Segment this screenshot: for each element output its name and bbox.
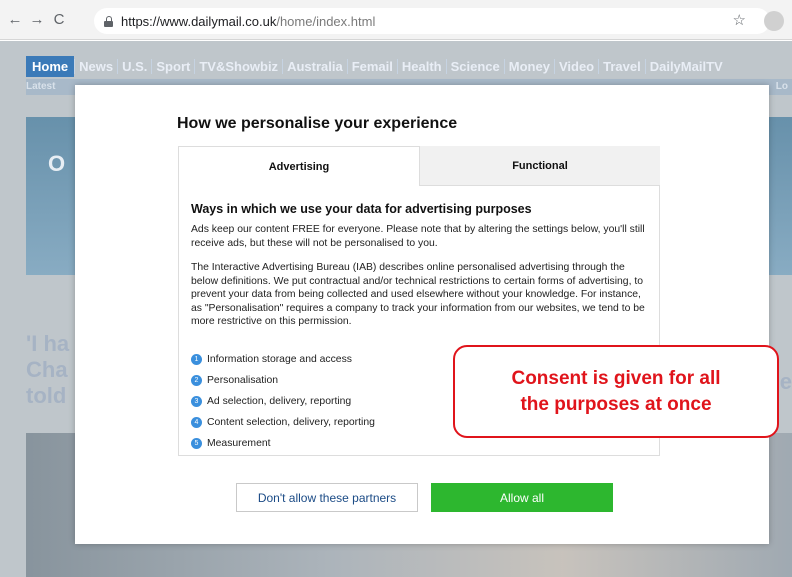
modal-tabs: Advertising Functional: [178, 146, 660, 186]
nav-item[interactable]: Science: [445, 58, 504, 74]
site-navigation: Home News U.S. Sport TV&Showbiz Australi…: [26, 55, 727, 77]
back-arrow-icon[interactable]: ←: [4, 9, 26, 31]
number-badge-icon: 4: [191, 417, 202, 428]
consent-modal: How we personalise your experience Adver…: [75, 85, 769, 544]
url-host: https://www.dailymail.co.uk: [121, 13, 277, 29]
number-badge-icon: 5: [191, 438, 202, 449]
purpose-label: Information storage and access: [207, 354, 352, 365]
nav-home[interactable]: Home: [26, 55, 75, 77]
iab-paragraph: The Interactive Advertising Bureau (IAB)…: [191, 262, 645, 327]
purpose-item: 2 Personalisation: [191, 370, 375, 391]
nav-item[interactable]: Femail: [346, 58, 397, 74]
address-bar[interactable]: https://www.dailymail.co.uk/home/index.h…: [94, 8, 784, 34]
number-badge-icon: 3: [191, 396, 202, 407]
tab-functional[interactable]: Functional: [420, 146, 660, 186]
latest-label: Latest: [26, 81, 56, 92]
nav-item[interactable]: Australia: [282, 58, 347, 74]
purpose-list: 1 Information storage and access 2 Persona…: [191, 349, 375, 454]
profile-avatar-icon[interactable]: [764, 11, 784, 31]
url-path: /home/index.html: [276, 13, 376, 29]
hero-text: O: [48, 151, 66, 176]
purpose-label: Measurement: [207, 438, 271, 449]
article-headline: 'I ha Cha told: [26, 331, 69, 409]
nav-item[interactable]: TV&Showbiz: [194, 58, 282, 74]
purpose-label: Content selection, delivery, reporting: [207, 417, 375, 428]
intro-paragraph: Ads keep our content FREE for everyone. …: [191, 224, 645, 249]
allow-all-button[interactable]: Allow all: [431, 483, 613, 512]
nav-item[interactable]: Health: [396, 58, 446, 74]
login-label: Lo: [775, 81, 788, 92]
nav-item[interactable]: Money: [503, 58, 554, 74]
nav-item[interactable]: DailyMailTV: [644, 58, 727, 74]
reload-icon[interactable]: C: [48, 9, 70, 31]
headline-line: 'I ha: [26, 331, 70, 356]
nav-item[interactable]: Sport: [151, 58, 194, 74]
nav-item[interactable]: U.S.: [117, 58, 151, 74]
headline-right-fragment: e: [779, 369, 792, 394]
browser-toolbar: ← → C https://www.dailymail.co.uk/home/i…: [0, 0, 792, 40]
bookmark-star-icon[interactable]: ☆: [733, 11, 746, 29]
nav-item[interactable]: News: [74, 58, 117, 74]
purpose-label: Personalisation: [207, 375, 279, 386]
lock-icon: [104, 15, 113, 27]
annotation-callout: Consent is given for all the purposes at…: [453, 345, 779, 438]
headline-line: told: [26, 383, 67, 408]
purpose-label: Ad selection, delivery, reporting: [207, 396, 352, 407]
forward-arrow-icon[interactable]: →: [26, 9, 48, 31]
panel-heading: Ways in which we use your data for adver…: [191, 202, 532, 216]
purpose-item: 1 Information storage and access: [191, 349, 375, 370]
tab-advertising[interactable]: Advertising: [178, 146, 420, 186]
purpose-item: 5 Measurement: [191, 433, 375, 454]
nav-item[interactable]: Travel: [598, 58, 645, 74]
modal-title: How we personalise your experience: [177, 115, 458, 132]
nav-item[interactable]: Video: [553, 58, 598, 74]
number-badge-icon: 1: [191, 354, 202, 365]
purpose-item: 4 Content selection, delivery, reporting: [191, 412, 375, 433]
purpose-item: 3 Ad selection, delivery, reporting: [191, 391, 375, 412]
headline-line: Cha: [26, 357, 68, 382]
dont-allow-partners-button[interactable]: Don't allow these partners: [236, 483, 418, 512]
number-badge-icon: 2: [191, 375, 202, 386]
annotation-text: Consent is given for all the purposes at…: [511, 367, 721, 415]
